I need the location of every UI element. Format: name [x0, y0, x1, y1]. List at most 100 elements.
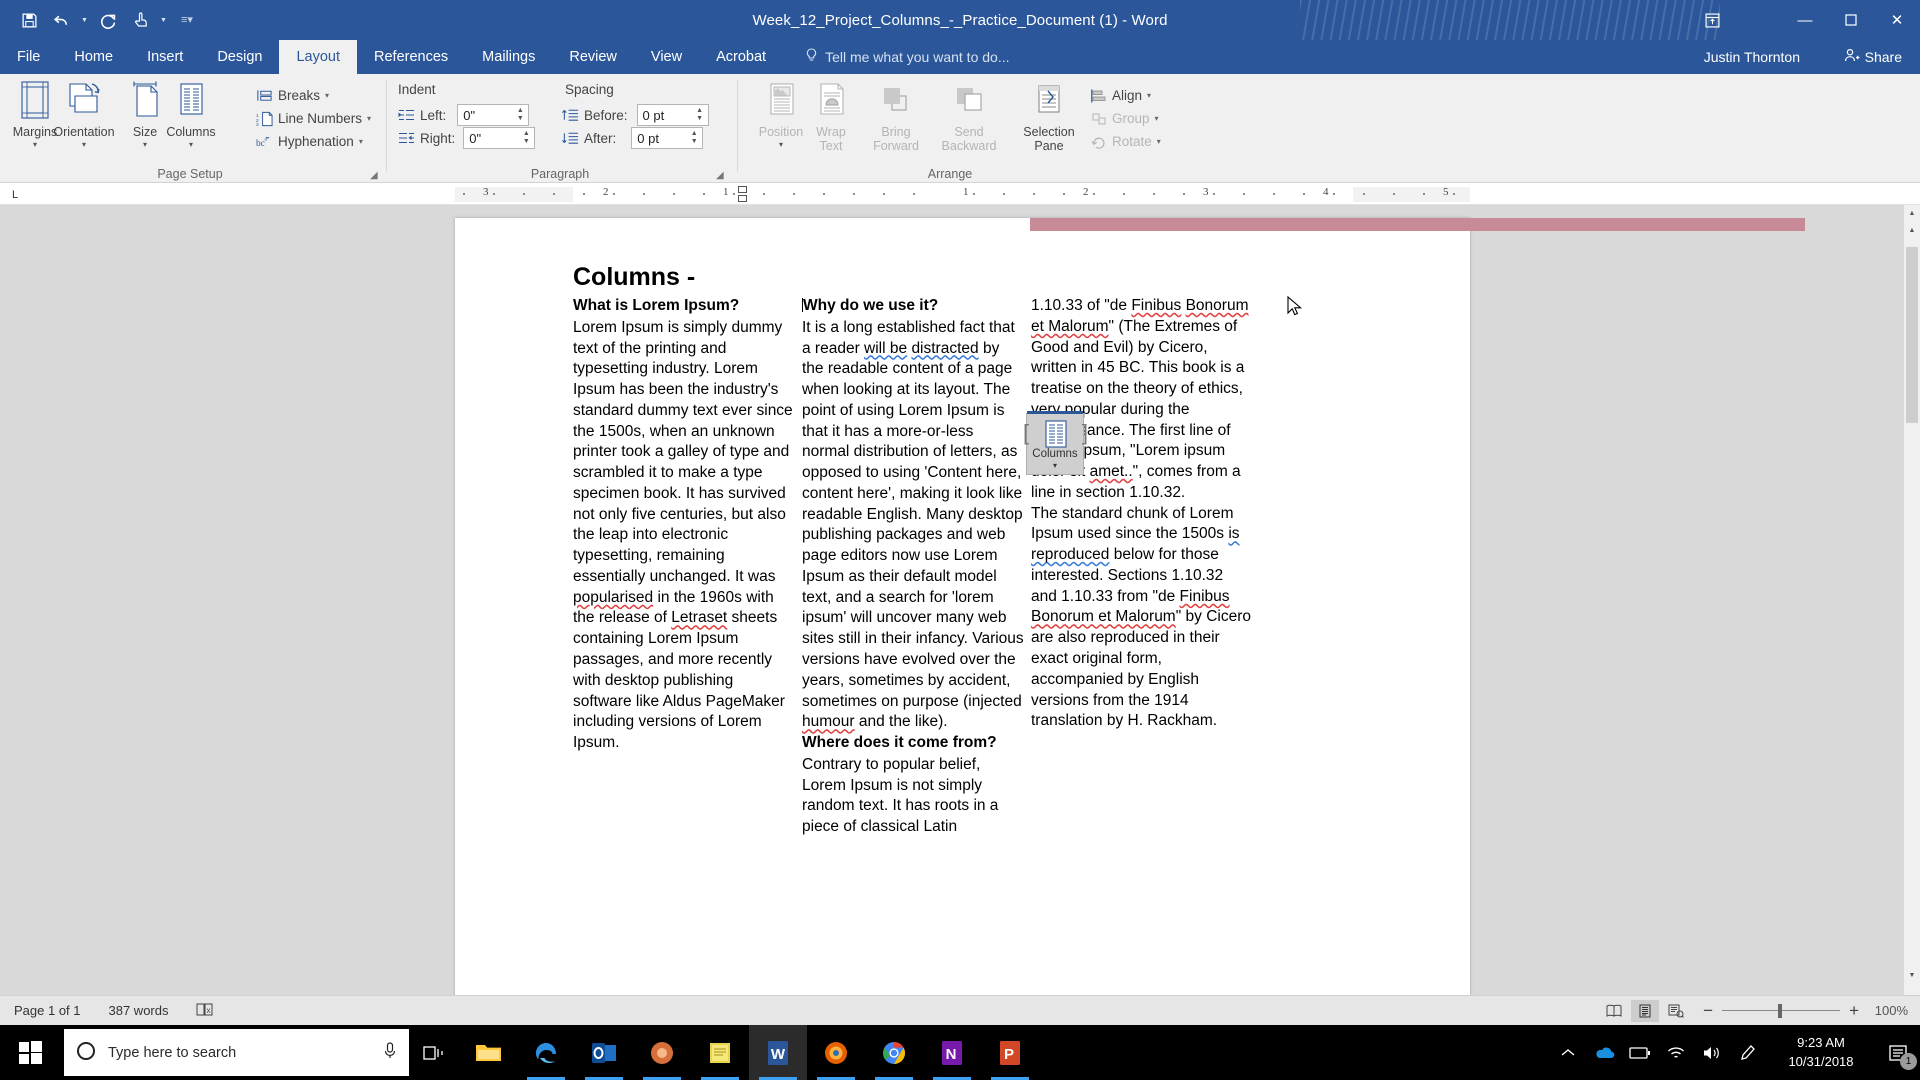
windows-start-icon[interactable]: [0, 1025, 60, 1080]
mini-toolbar-columns[interactable]: [ ] Columns ▾: [1023, 411, 1088, 475]
bring-forward-button[interactable]: Bring Forward: [858, 78, 934, 164]
show-hidden-icons-icon[interactable]: [1550, 1025, 1586, 1080]
zoom-out-button[interactable]: −: [1703, 1001, 1713, 1021]
columns-caret-icon[interactable]: ▾: [189, 140, 193, 149]
tab-stop-selector[interactable]: L: [6, 186, 24, 204]
volume-icon[interactable]: [1694, 1025, 1730, 1080]
tell-me-search[interactable]: Tell me what you want to do...: [783, 40, 1010, 74]
scroll-down-page-button[interactable]: ▼: [1904, 967, 1920, 983]
tab-references[interactable]: References: [357, 40, 465, 74]
vertical-scrollbar[interactable]: ▲ ▲ ▼ ▼: [1904, 205, 1920, 1015]
indent-left-input[interactable]: 0" ▲ ▼: [457, 104, 530, 126]
horizontal-ruler[interactable]: 3 2 1 1 2 3 4 5: [455, 186, 1470, 202]
spacing-after-spinner[interactable]: ▲ ▼: [688, 128, 700, 148]
scroll-up-page-button[interactable]: ▲: [1904, 222, 1920, 238]
tab-design[interactable]: Design: [200, 40, 279, 74]
tab-acrobat[interactable]: Acrobat: [699, 40, 783, 74]
proofing-errors-icon[interactable]: x: [182, 1002, 228, 1020]
scroll-up-button[interactable]: ▲: [1904, 205, 1920, 221]
tab-review[interactable]: Review: [552, 40, 634, 74]
edge-icon[interactable]: [517, 1025, 575, 1080]
maximize-restore-button[interactable]: [1828, 0, 1874, 40]
onenote-icon[interactable]: N: [923, 1025, 981, 1080]
wrap-text-button[interactable]: Wrap Text: [798, 78, 864, 164]
zoom-slider[interactable]: [1722, 1003, 1841, 1018]
group-caret-icon[interactable]: ▾: [1155, 114, 1159, 123]
selection-pane-button[interactable]: Selection Pane: [1010, 78, 1088, 164]
read-mode-icon[interactable]: [1600, 1000, 1628, 1022]
share-button[interactable]: Share: [1836, 40, 1910, 74]
document-column-1[interactable]: What is Lorem Ipsum? Lorem Ipsum is simp…: [573, 296, 795, 754]
powerpoint-icon[interactable]: P: [981, 1025, 1039, 1080]
hyphenation-caret-icon[interactable]: ▾: [359, 137, 363, 146]
position-caret-icon[interactable]: ▾: [779, 140, 783, 149]
indent-right-spinner[interactable]: ▲ ▼: [520, 128, 532, 148]
battery-icon[interactable]: [1622, 1025, 1658, 1080]
ribbon-display-options-icon[interactable]: [1690, 0, 1734, 40]
align-caret-icon[interactable]: ▾: [1147, 91, 1151, 100]
file-explorer-icon[interactable]: [459, 1025, 517, 1080]
search-input[interactable]: Type here to search: [64, 1029, 409, 1076]
document-column-2[interactable]: Why do we use it? It is a long establish…: [802, 296, 1024, 838]
document-page[interactable]: Columns - What is Lorem Ipsum? Lorem Ips…: [455, 218, 1805, 1015]
columns-icon: [171, 78, 211, 122]
tab-home[interactable]: Home: [57, 40, 130, 74]
scrollbar-thumb[interactable]: [1906, 247, 1918, 423]
send-backward-button[interactable]: Send Backward: [928, 78, 1010, 164]
word-icon[interactable]: W: [749, 1025, 807, 1080]
task-view-icon[interactable]: [409, 1025, 459, 1080]
chrome-icon[interactable]: [865, 1025, 923, 1080]
tab-mailings[interactable]: Mailings: [465, 40, 552, 74]
page-setup-dialog-launcher[interactable]: ◢: [370, 170, 378, 181]
tab-insert[interactable]: Insert: [130, 40, 200, 74]
outlook-icon[interactable]: [575, 1025, 633, 1080]
action-center-icon[interactable]: 1: [1876, 1025, 1920, 1080]
size-caret-icon[interactable]: ▾: [143, 140, 147, 149]
zoom-slider-knob[interactable]: [1778, 1003, 1783, 1018]
microphone-icon[interactable]: [383, 1041, 397, 1064]
print-layout-icon[interactable]: [1631, 999, 1659, 1022]
zoom-in-button[interactable]: +: [1849, 1001, 1859, 1021]
word-count[interactable]: 387 words: [95, 1003, 183, 1018]
clock[interactable]: 9:23 AM 10/31/2018: [1766, 1034, 1876, 1072]
mini-toolbar-caret-icon[interactable]: ▾: [1027, 461, 1083, 470]
pen-icon[interactable]: [1730, 1025, 1766, 1080]
firefox-icon[interactable]: [807, 1025, 865, 1080]
tell-me-label: Tell me what you want to do...: [825, 49, 1010, 65]
spacing-before-input[interactable]: 0 pt ▲ ▼: [636, 104, 709, 126]
tab-view[interactable]: View: [634, 40, 699, 74]
account-name[interactable]: Justin Thornton: [1704, 40, 1800, 74]
line-numbers-caret-icon[interactable]: ▾: [367, 114, 371, 123]
rotate-caret-icon[interactable]: ▾: [1157, 137, 1161, 146]
sticky-notes-icon[interactable]: [691, 1025, 749, 1080]
paragraph-dialog-launcher[interactable]: ◢: [716, 170, 724, 181]
spacing-before-spinner[interactable]: ▲ ▼: [694, 105, 706, 125]
wifi-icon[interactable]: [1658, 1025, 1694, 1080]
group-button[interactable]: Group ▾: [1090, 110, 1159, 127]
spacing-after-input[interactable]: 0 pt ▲ ▼: [631, 127, 704, 149]
document-workspace[interactable]: Columns - What is Lorem Ipsum? Lorem Ips…: [0, 205, 1920, 1015]
web-layout-icon[interactable]: [1662, 1000, 1690, 1022]
window-controls: — ✕: [1782, 0, 1920, 40]
hyphenation-button[interactable]: bc a Hyphenation ▾: [256, 133, 363, 150]
tab-layout[interactable]: Layout: [279, 40, 358, 74]
line-numbers-button[interactable]: 123 Line Numbers ▾: [256, 110, 371, 127]
rotate-button[interactable]: Rotate ▾: [1090, 133, 1161, 150]
page-indicator[interactable]: Page 1 of 1: [0, 1003, 95, 1018]
breaks-caret-icon[interactable]: ▾: [325, 91, 329, 100]
orientation-caret-icon[interactable]: ▾: [82, 140, 86, 149]
align-button[interactable]: Align ▾: [1090, 87, 1151, 104]
margins-caret-icon[interactable]: ▾: [33, 140, 37, 149]
zoom-level-label[interactable]: 100%: [1868, 1003, 1908, 1018]
photos-icon[interactable]: [633, 1025, 691, 1080]
indent-right-input[interactable]: 0" ▲ ▼: [463, 127, 536, 149]
minimize-button[interactable]: —: [1782, 0, 1828, 40]
breaks-button[interactable]: Breaks ▾: [256, 87, 329, 104]
columns-button[interactable]: Columns ▾: [158, 78, 224, 164]
indent-left-spinner[interactable]: ▲ ▼: [514, 105, 526, 125]
close-button[interactable]: ✕: [1874, 0, 1920, 40]
onedrive-icon[interactable]: [1586, 1025, 1622, 1080]
tab-file[interactable]: File: [0, 40, 57, 74]
document-column-3[interactable]: 1.10.33 of "de Finibus Bonorum et Maloru…: [1031, 296, 1253, 732]
orientation-button[interactable]: Orientation ▾: [50, 78, 118, 164]
